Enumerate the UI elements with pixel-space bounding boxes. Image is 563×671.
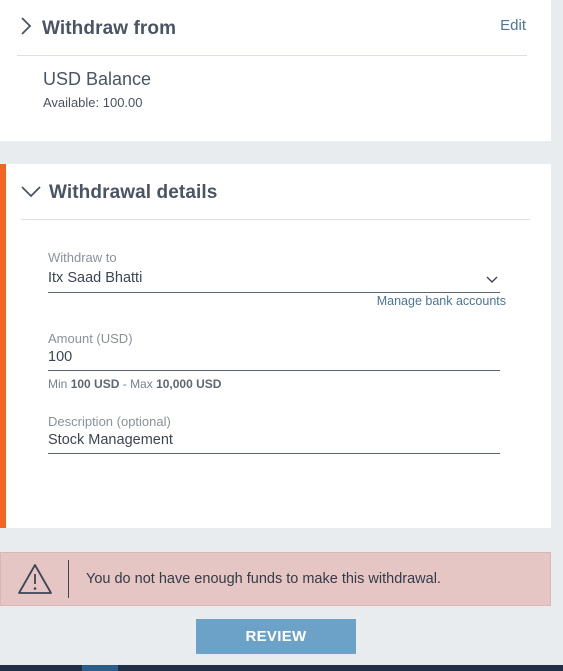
- withdraw-to-label: Withdraw to: [48, 250, 117, 265]
- description-label: Description (optional): [48, 414, 171, 429]
- withdrawal-details-title: Withdrawal details: [49, 182, 218, 203]
- hint-min-prefix: Min: [48, 377, 68, 391]
- insufficient-funds-alert: You do not have enough funds to make thi…: [0, 552, 551, 606]
- amount-label: Amount (USD): [48, 331, 133, 346]
- description-input[interactable]: Stock Management: [48, 432, 173, 448]
- withdraw-from-card: Withdraw from Edit USD Balance Available…: [0, 0, 551, 141]
- chevron-down-icon[interactable]: [20, 183, 42, 204]
- balance-available: Available: 100.00: [43, 95, 143, 110]
- amount-hint: Min 100 USD - Max 10,000 USD: [48, 377, 221, 391]
- withdraw-from-header[interactable]: Withdraw from: [18, 15, 176, 42]
- chevron-right-icon[interactable]: [18, 15, 34, 42]
- withdraw-from-title: Withdraw from: [42, 17, 177, 39]
- divider: [17, 55, 527, 56]
- withdraw-to-underline: [48, 292, 500, 293]
- chevron-down-icon[interactable]: [486, 271, 498, 289]
- alert-message: You do not have enough funds to make thi…: [86, 571, 441, 587]
- edit-link[interactable]: Edit: [500, 17, 526, 34]
- divider: [21, 219, 530, 220]
- withdrawal-details-header[interactable]: Withdrawal details: [20, 182, 217, 204]
- withdraw-to-select[interactable]: Itx Saad Bhatti: [48, 270, 142, 286]
- amount-underline: [48, 370, 500, 371]
- withdrawal-details-card: Withdrawal details Withdraw to Itx Saad …: [0, 164, 551, 528]
- hint-separator: - Max: [122, 377, 153, 391]
- balance-name: USD Balance: [43, 69, 152, 89]
- amount-input[interactable]: 100: [48, 349, 72, 365]
- hint-min-value: 100 USD: [70, 377, 120, 391]
- bottom-bar: [0, 665, 563, 671]
- warning-icon: [1, 560, 69, 598]
- review-button[interactable]: REVIEW: [196, 619, 356, 654]
- bottom-bar-tab: [82, 665, 118, 671]
- hint-max-value: 10,000 USD: [156, 377, 222, 391]
- manage-bank-accounts-link[interactable]: Manage bank accounts: [377, 294, 506, 308]
- description-underline: [48, 453, 500, 454]
